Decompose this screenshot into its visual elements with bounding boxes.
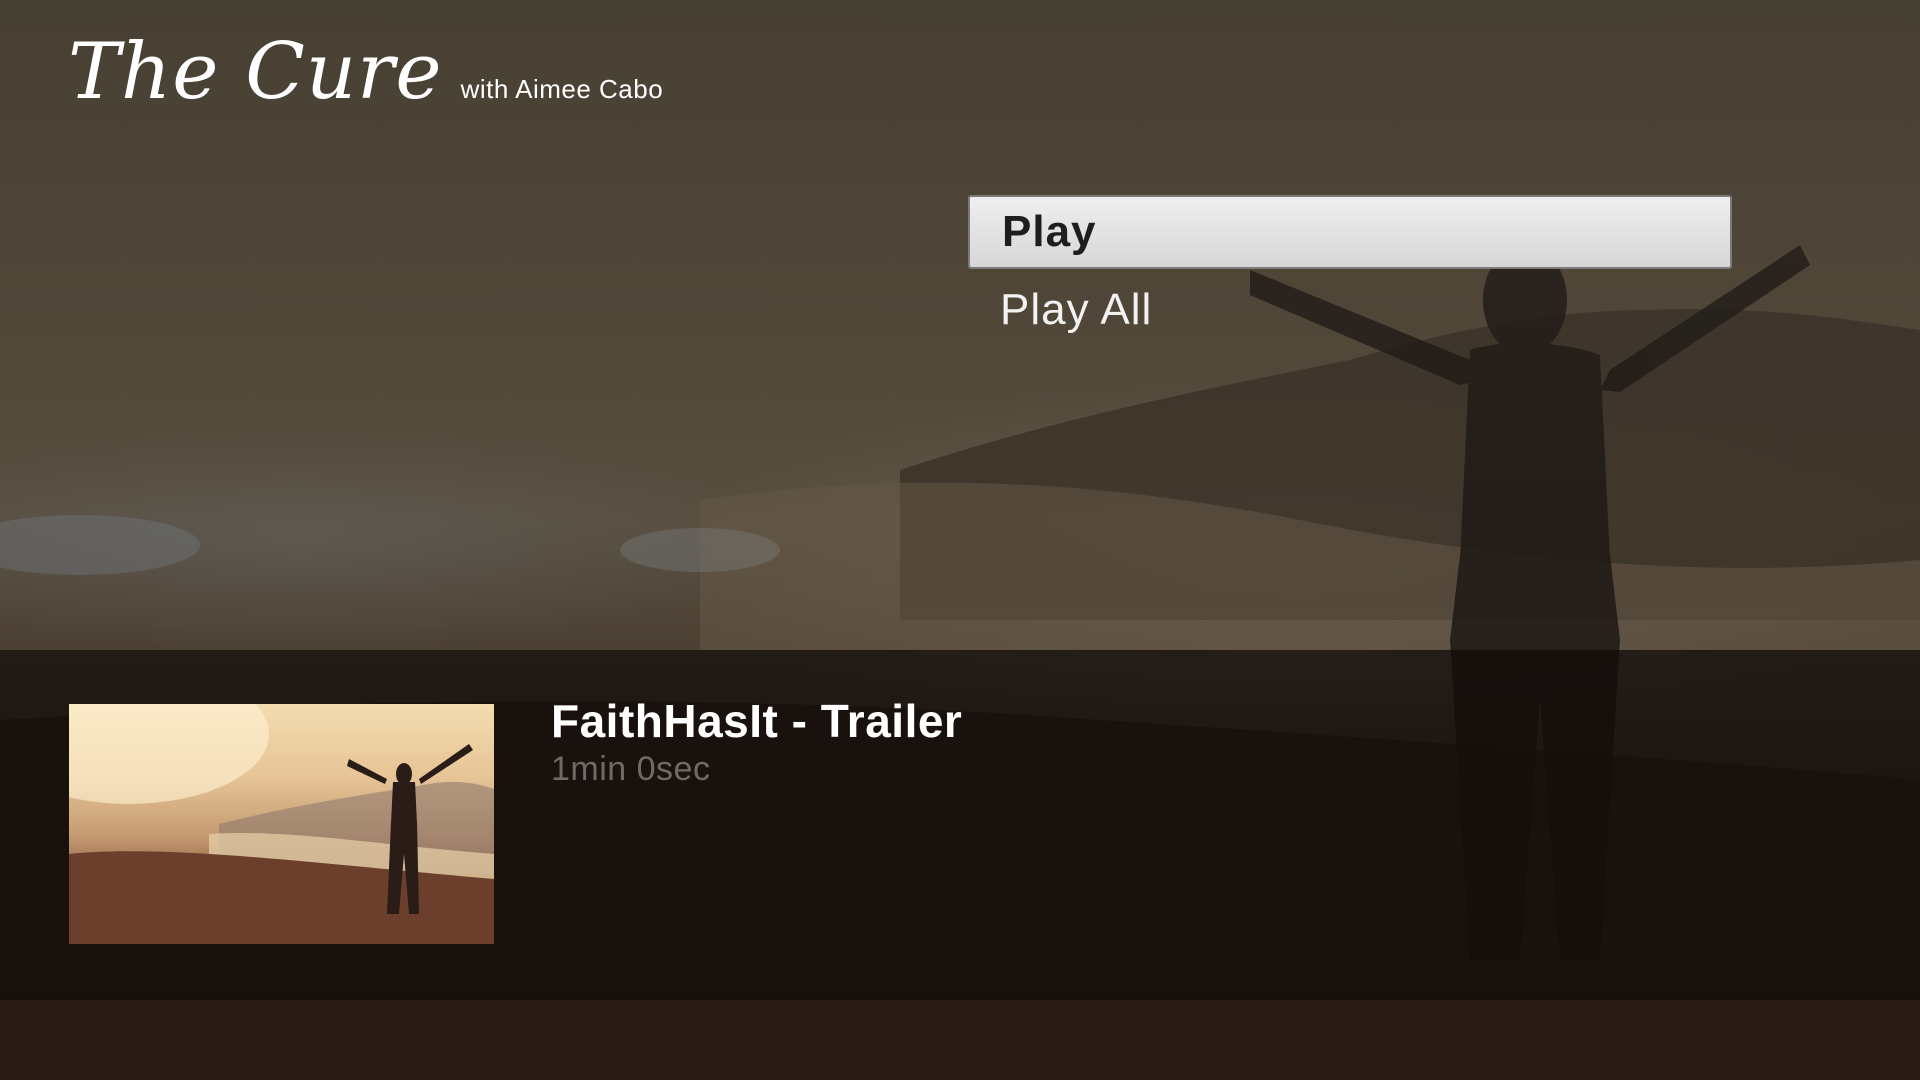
play-all-button[interactable]: Play All	[968, 273, 1732, 347]
app-logo: The Cure with Aimee Cabo	[68, 22, 663, 122]
app-screen: The Cure with Aimee Cabo Play Play All F…	[0, 0, 1920, 1080]
episode-title: FaithHasIt - Trailer	[551, 695, 963, 747]
logo-subtitle: with Aimee Cabo	[460, 74, 664, 104]
play-all-button-label: Play All	[1000, 285, 1153, 334]
play-button[interactable]: Play	[968, 195, 1732, 269]
play-button-label: Play	[1002, 207, 1097, 256]
video-thumbnail[interactable]	[69, 704, 494, 944]
episode-duration: 1min 0sec	[551, 750, 711, 788]
action-menu: Play Play All	[968, 195, 1732, 347]
episode-info-panel: FaithHasIt - Trailer 1min 0sec	[0, 650, 1920, 1000]
logo-title: The Cure	[68, 27, 443, 117]
